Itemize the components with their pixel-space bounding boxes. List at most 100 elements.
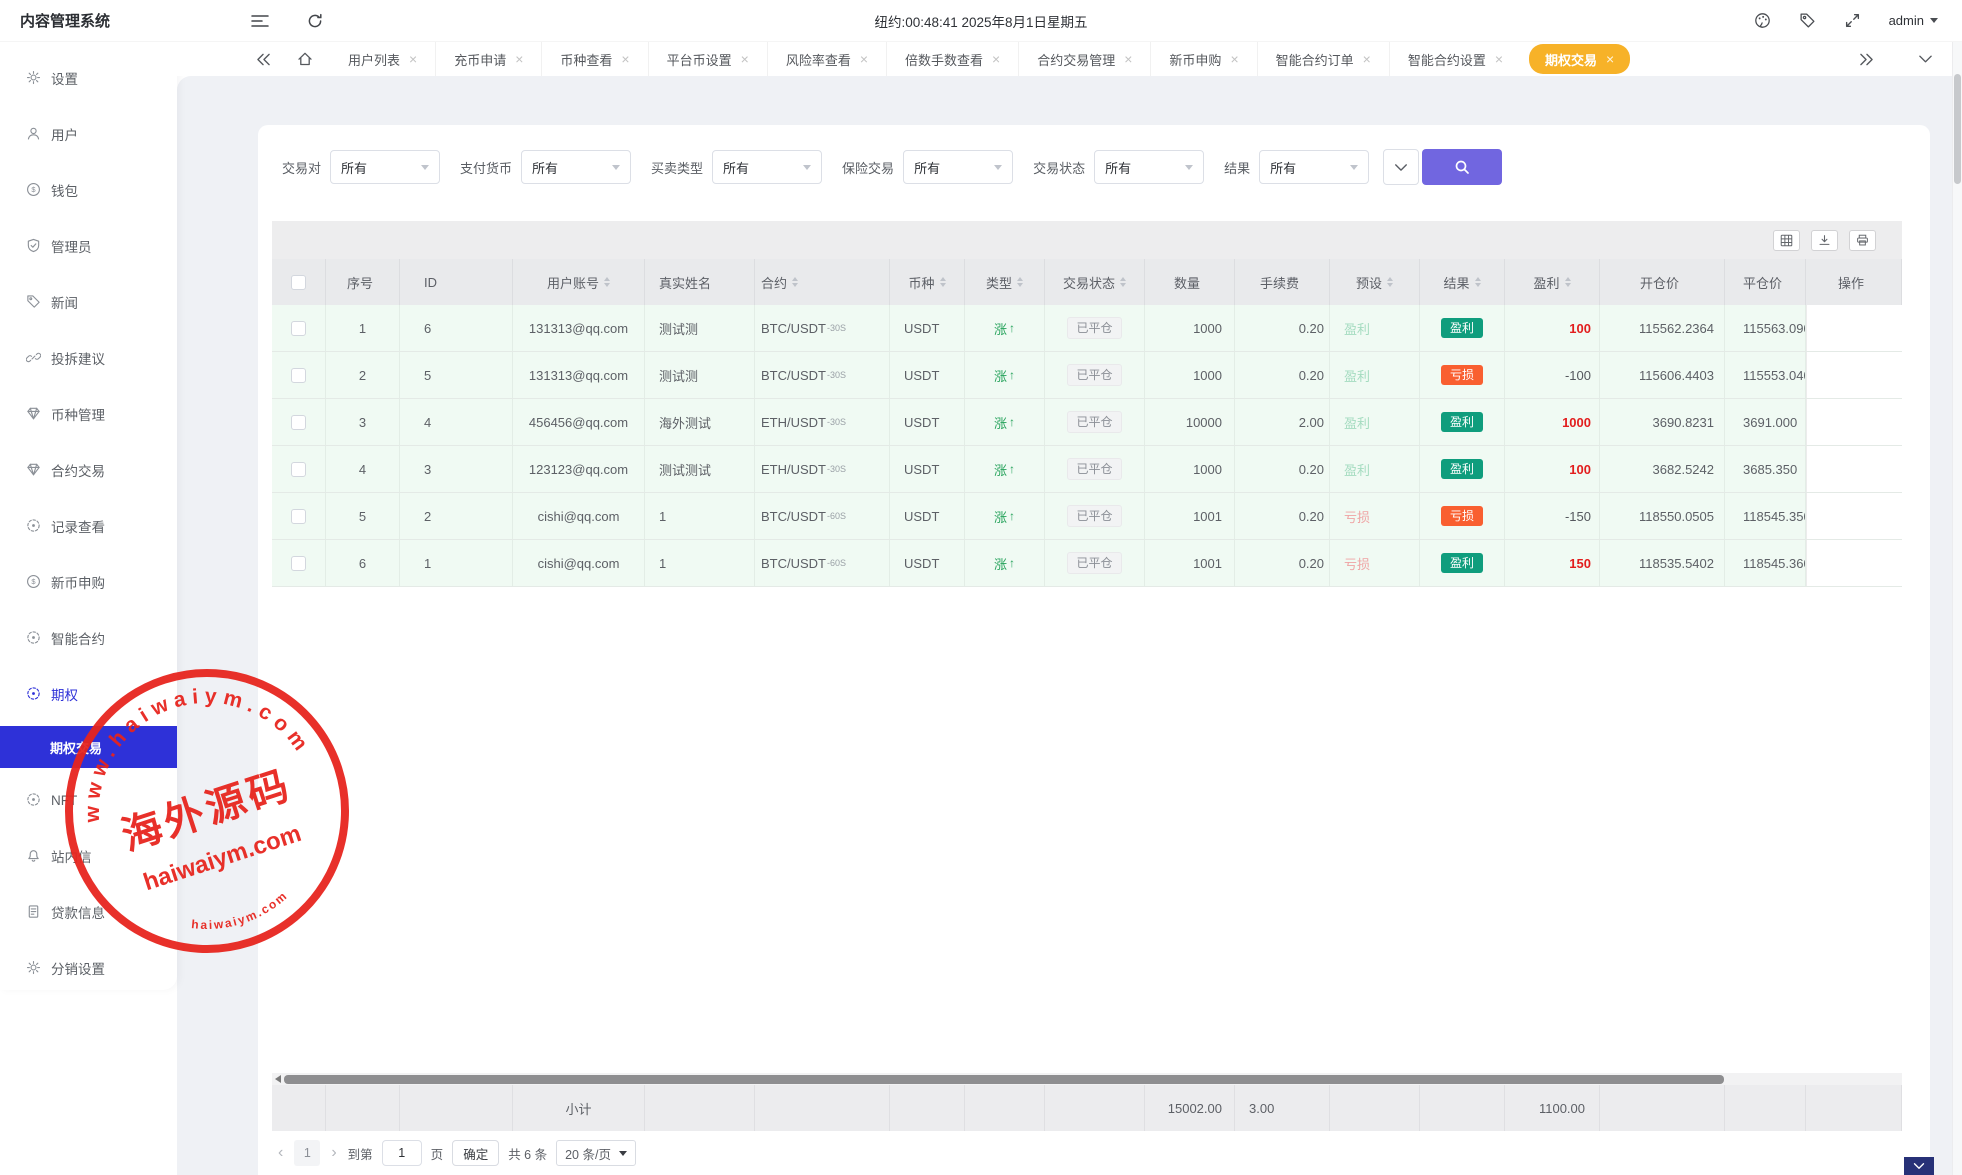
row-checkbox[interactable] [291,509,306,524]
sidebar-item-新币申购[interactable]: $新币申购 [0,554,177,610]
cell-result: 盈利 [1420,540,1505,586]
sidebar-item-贷款信息[interactable]: 贷款信息 [0,884,177,940]
sidebar-item-站内信[interactable]: 站内信 [0,828,177,884]
row-checkbox[interactable] [291,556,306,571]
page-number-button[interactable]: 1 [294,1140,320,1166]
sidebar-item-分销设置[interactable]: 分销设置 [0,940,177,996]
sort-icon[interactable] [1120,277,1126,287]
sort-icon[interactable] [1017,277,1023,287]
tabs-menu-chevron-down-icon[interactable] [1905,54,1946,64]
refresh-icon[interactable] [307,13,323,29]
close-icon[interactable]: × [1606,52,1614,66]
close-icon[interactable]: × [1230,52,1238,66]
tabs-scroll-left-icon[interactable] [243,42,284,76]
close-icon[interactable]: × [621,52,629,66]
horizontal-scrollbar-thumb[interactable] [284,1075,1724,1084]
user-menu[interactable]: admin [1889,13,1938,28]
close-icon[interactable]: × [741,52,749,66]
page-input[interactable] [382,1140,422,1166]
column-settings-button[interactable] [1773,230,1800,251]
close-icon[interactable]: × [992,52,1000,66]
tag-icon [26,294,42,310]
sidebar-item-期权[interactable]: 期权 [0,666,177,722]
prev-page-button[interactable]: ‹ [276,1144,285,1162]
select-all-cell [272,259,326,305]
column-label: 真实姓名 [659,273,711,292]
confirm-page-button[interactable]: 确定 [452,1140,499,1166]
filter-select-支付货币[interactable]: 所有 [521,150,631,184]
sort-icon[interactable] [1387,277,1393,287]
page-suffix-label: 页 [431,1144,444,1163]
tab-倍数手数查看[interactable]: 倍数手数查看× [886,42,1018,76]
close-icon[interactable]: × [515,52,523,66]
fullscreen-icon[interactable] [1844,12,1861,29]
tab-币种查看[interactable]: 币种查看× [541,42,647,76]
home-icon[interactable] [284,42,326,76]
close-icon[interactable]: × [1495,52,1503,66]
sidebar-item-币种管理[interactable]: 币种管理 [0,386,177,442]
tab-合约交易管理[interactable]: 合约交易管理× [1018,42,1150,76]
filter-select-交易对[interactable]: 所有 [330,150,440,184]
filter-select-买卖类型[interactable]: 所有 [712,150,822,184]
close-icon[interactable]: × [409,52,417,66]
cell-real_name: 1 [645,493,755,539]
row-checkbox[interactable] [291,462,306,477]
sidebar-item-用户[interactable]: 用户 [0,106,177,162]
arrow-up-icon: ↑ [1009,556,1015,570]
filter-select-结果[interactable]: 所有 [1259,150,1369,184]
sort-icon[interactable] [1565,277,1571,287]
filter-买卖类型: 买卖类型所有 [651,150,822,184]
tab-充币申请[interactable]: 充币申请× [435,42,541,76]
page-size-select[interactable]: 20 条/页 [556,1140,636,1166]
result-badge: 盈利 [1441,318,1483,338]
sidebar-item-合约交易[interactable]: 合约交易 [0,442,177,498]
sidebar-item-记录查看[interactable]: 记录查看 [0,498,177,554]
sidebar-item-智能合约[interactable]: 智能合约 [0,610,177,666]
row-checkbox[interactable] [291,321,306,336]
collapse-sidebar-icon[interactable] [251,14,269,28]
close-icon[interactable]: × [1363,52,1371,66]
cell-type: 涨↑ [965,540,1045,586]
sort-icon[interactable] [792,277,798,287]
tab-风险率查看[interactable]: 风险率查看× [767,42,886,76]
sidebar-item-新闻[interactable]: 新闻 [0,274,177,330]
row-checkbox[interactable] [291,415,306,430]
scrollbar-left-arrow-icon[interactable] [275,1075,281,1083]
close-icon[interactable]: × [1124,52,1132,66]
tab-平台币设置[interactable]: 平台币设置× [648,42,767,76]
sidebar-item-投拆建议[interactable]: 投拆建议 [0,330,177,386]
sidebar-item-设置[interactable]: 设置 [0,50,177,106]
tab-期权交易[interactable]: 期权交易× [1529,44,1630,74]
sidebar-item-管理员[interactable]: 管理员 [0,218,177,274]
sort-icon[interactable] [1475,277,1481,287]
tab-用户列表[interactable]: 用户列表× [330,42,435,76]
tab-智能合约设置[interactable]: 智能合约设置× [1389,42,1521,76]
select-all-checkbox[interactable] [291,275,306,290]
horizontal-scrollbar[interactable] [272,1073,1902,1085]
close-icon[interactable]: × [860,52,868,66]
contract-icon [26,630,42,646]
filter-select-交易状态[interactable]: 所有 [1094,150,1204,184]
sidebar-subitem-期权交易[interactable]: 期权交易 [0,726,177,768]
collapse-corner-button[interactable] [1904,1157,1934,1175]
sidebar-item-NFT[interactable]: NFT [0,772,177,828]
theme-palette-icon[interactable] [1754,12,1771,29]
search-button[interactable] [1422,149,1502,185]
filter-expand-button[interactable] [1383,149,1419,185]
tabs-scroll-right-icon[interactable] [1846,53,1887,66]
caret-down-icon [1350,165,1358,170]
vertical-scrollbar-thumb[interactable] [1954,74,1961,184]
print-button[interactable] [1849,230,1876,251]
sidebar-item-钱包[interactable]: $钱包 [0,162,177,218]
tab-新币申购[interactable]: 新币申购× [1150,42,1256,76]
export-button[interactable] [1811,230,1838,251]
filter-select-保险交易[interactable]: 所有 [903,150,1013,184]
sort-icon[interactable] [940,277,946,287]
vertical-scrollbar[interactable] [1952,42,1962,1175]
next-page-button[interactable]: › [329,1144,338,1162]
tag-icon[interactable] [1799,12,1816,29]
sort-icon[interactable] [604,277,610,287]
cell-open_price: 3682.5242 [1600,446,1725,492]
row-checkbox[interactable] [291,368,306,383]
tab-智能合约订单[interactable]: 智能合约订单× [1257,42,1389,76]
